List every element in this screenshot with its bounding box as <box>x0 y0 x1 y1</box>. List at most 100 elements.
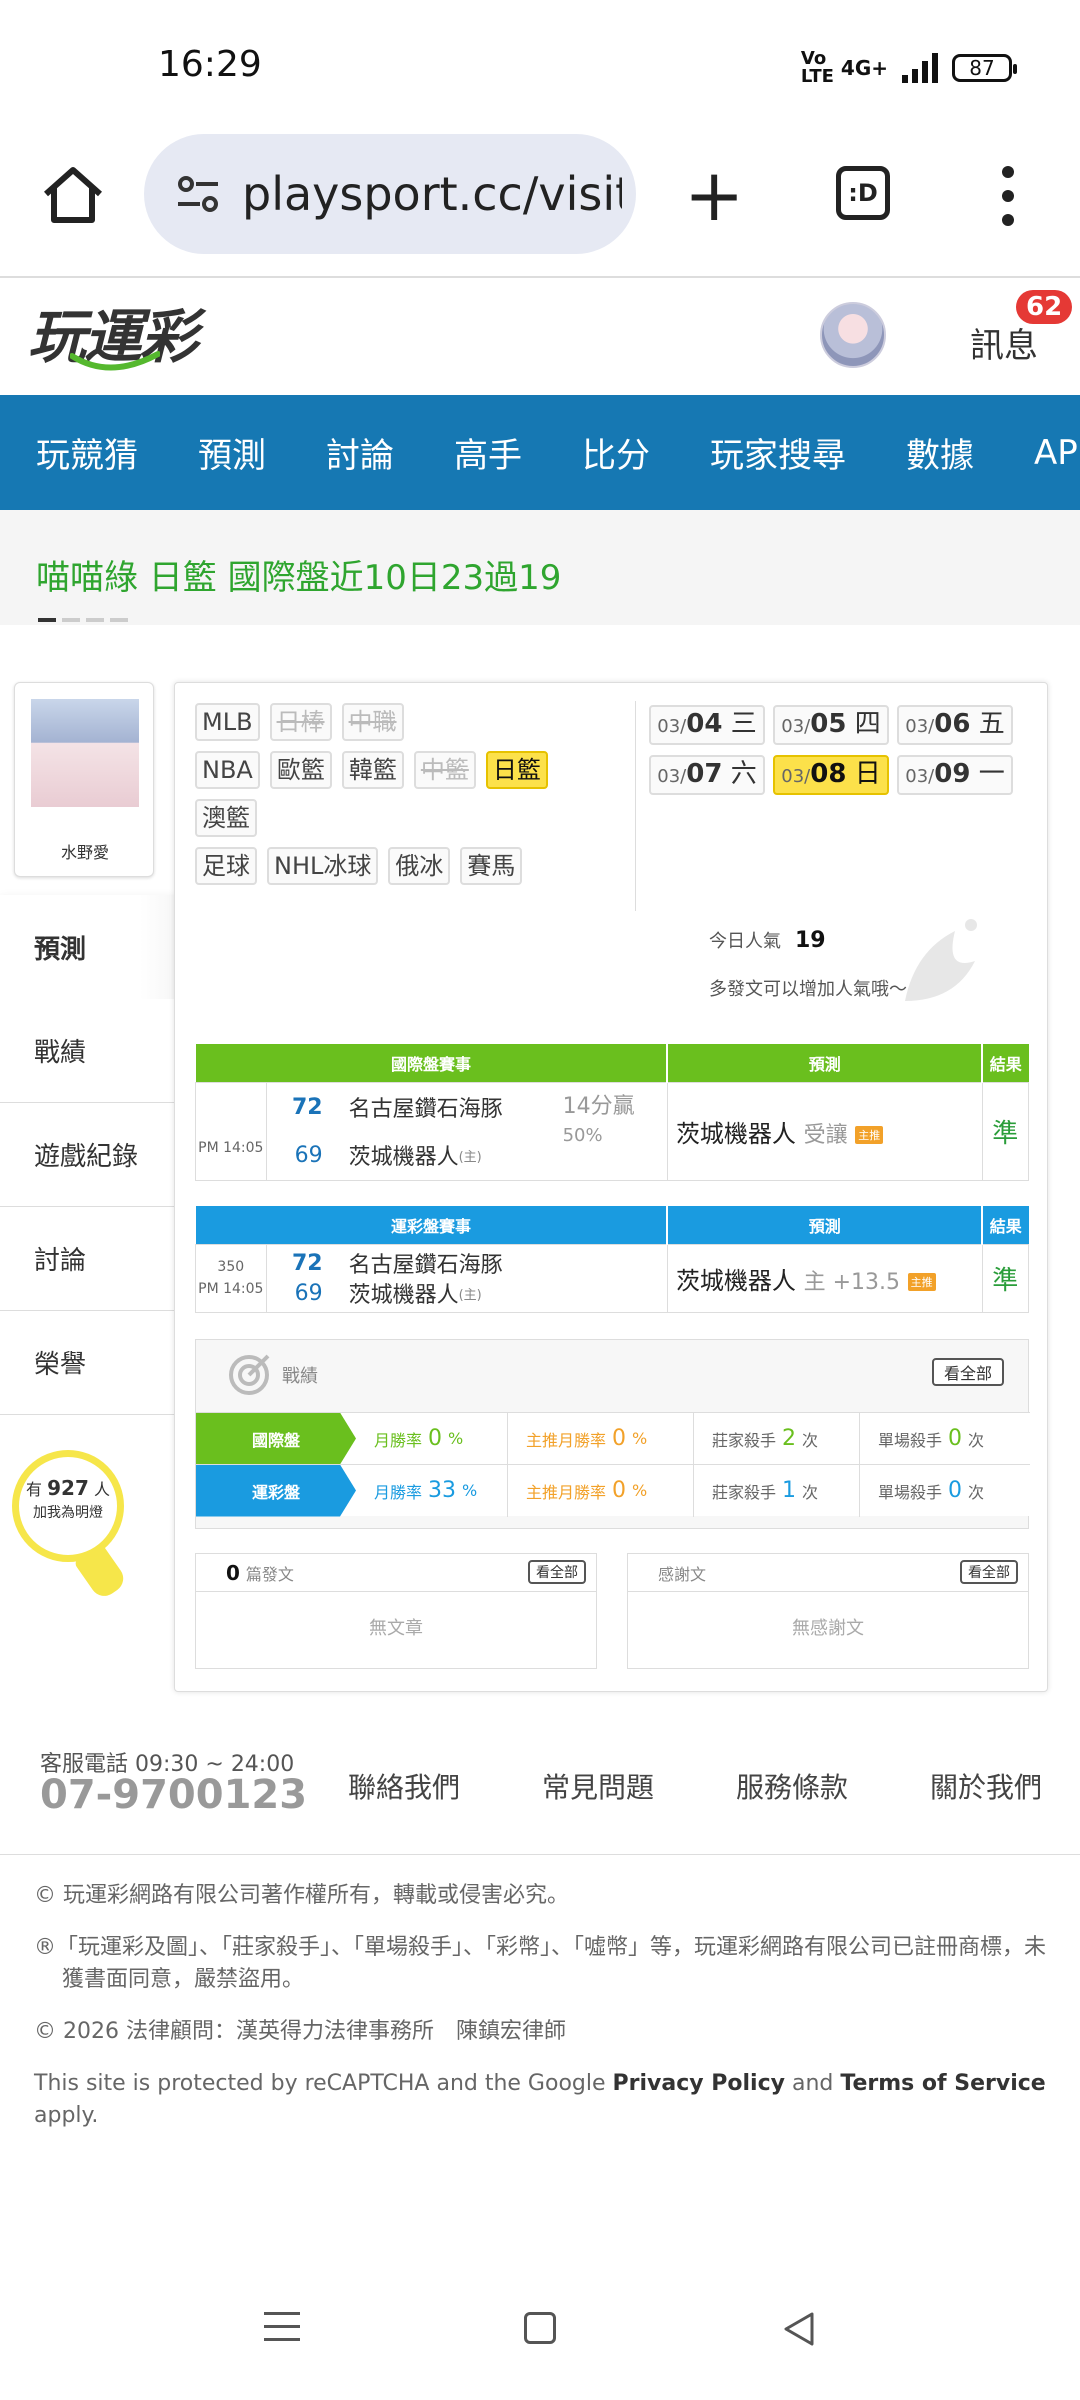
table-header: 運彩盤賽事 <box>195 1206 669 1244</box>
marquee-text[interactable]: 喵喵綠 日籃 國際盤近10日23過19 <box>36 550 561 599</box>
prediction-cell: 茨城機器人 主 +13.5 主推 <box>666 1243 983 1313</box>
popularity: 今日人氣 19 <box>709 928 826 953</box>
side-item-record[interactable]: 戰績 <box>0 999 174 1103</box>
nav-item-data[interactable]: 數據 <box>906 428 974 477</box>
matchup[interactable]: 72 名古屋鑽石海豚 69 茨城機器人 (主) 14分贏 50% <box>265 1081 668 1181</box>
nav-item-forum[interactable]: 討論 <box>326 428 394 477</box>
date-button[interactable]: 03/06 五 <box>897 705 1013 745</box>
fan-subtitle: 加我為明燈 <box>33 1505 103 1521</box>
nav-item-app[interactable]: APP <box>1034 433 1080 473</box>
league-tag: 中籃 <box>413 751 476 789</box>
table-header: 國際盤賽事 <box>195 1044 669 1082</box>
nav-item-experts[interactable]: 高手 <box>454 428 522 477</box>
footer-link-contact[interactable]: 聯絡我們 <box>348 1766 460 1806</box>
messages-link[interactable]: 訊息 <box>970 318 1038 367</box>
date-button[interactable]: 03/07 六 <box>649 755 765 795</box>
nav-item-guess[interactable]: 玩競猜 <box>36 428 138 477</box>
date-button[interactable]: 03/09 一 <box>897 755 1013 795</box>
table-header: 結果 <box>982 1044 1029 1082</box>
nav-item-player-search[interactable]: 玩家搜尋 <box>710 428 846 477</box>
carousel-dot[interactable] <box>38 618 56 622</box>
main-pick-win-rate: 主推月勝率 0% <box>508 1464 694 1517</box>
record-type-label: 運彩盤 <box>196 1464 356 1517</box>
post-count: 0 <box>226 1560 240 1585</box>
thanks-label: 感謝文 <box>658 1564 707 1584</box>
pick-team: 茨城機器人 <box>675 1119 796 1148</box>
profile-card[interactable]: 水野愛 <box>14 682 154 877</box>
home-score: 69 <box>294 1142 323 1168</box>
new-tab-icon[interactable]: + <box>684 159 744 231</box>
footer-link-about[interactable]: 關於我們 <box>930 1766 1042 1806</box>
side-item-game-log[interactable]: 遊戲紀錄 <box>0 1103 174 1207</box>
privacy-policy-link[interactable]: Privacy Policy <box>613 2071 785 2096</box>
carousel-dot[interactable] <box>110 618 128 622</box>
address-bar[interactable]: playsport.cc/visit <box>144 134 636 254</box>
site-settings-icon[interactable] <box>174 170 222 218</box>
url-text[interactable]: playsport.cc/visit <box>242 167 622 221</box>
month-win-rate: 月勝率 0% <box>356 1412 508 1465</box>
footer-link-terms[interactable]: 服務條款 <box>736 1766 848 1806</box>
prediction-panel: MLB 日棒 中職 NBA 歐籃 韓籃 中籃 日籃 澳籃 足球 NHL冰球 俄冰 賽馬 03/04… <box>174 682 1048 1692</box>
bank-killer: 莊家殺手 1 次 <box>694 1464 860 1517</box>
date-button[interactable]: 03/08 日 <box>773 755 889 795</box>
date-button[interactable]: 03/04 三 <box>649 705 765 745</box>
system-home-icon[interactable] <box>524 2312 556 2344</box>
carousel-dot[interactable] <box>86 618 104 622</box>
support-phone[interactable]: 07-9700123 <box>40 1772 307 1818</box>
terms-link[interactable]: Terms of Service <box>840 2071 1045 2096</box>
trademark: ®「玩運彩及圖」、「莊家殺手」、「單場殺手」、「彩幣」、「噓幣」等，玩運彩網路有… <box>34 1935 1047 1992</box>
league-tag[interactable]: 日籃 <box>485 751 548 789</box>
away-team: 名古屋鑽石海豚 <box>348 1097 503 1122</box>
matchup[interactable]: 72 名古屋鑽石海豚 69 茨城機器人 (主) <box>265 1243 668 1313</box>
league-tag[interactable]: 俄冰 <box>388 847 451 885</box>
home-score: 69 <box>294 1280 323 1306</box>
avatar[interactable] <box>820 302 886 368</box>
recents-icon[interactable] <box>264 2312 300 2344</box>
side-item-honor[interactable]: 榮譽 <box>0 1311 174 1415</box>
league-tag[interactable]: 賽馬 <box>460 847 523 885</box>
league-filter: MLB 日棒 中職 NBA 歐籃 韓籃 中籃 日籃 澳籃 足球 NHL冰球 俄冰 賽馬 <box>195 703 625 895</box>
posts-view-all-button[interactable]: 看全部 <box>528 1560 586 1584</box>
back-icon[interactable] <box>780 2310 816 2348</box>
nav-item-scores[interactable]: 比分 <box>582 428 650 477</box>
profile-avatar <box>31 699 139 807</box>
league-tag[interactable]: 澳籃 <box>195 799 257 837</box>
league-row: NBA 歐籃 韓籃 中籃 日籃 <box>195 751 625 789</box>
league-row: 足球 NHL冰球 俄冰 賽馬 <box>195 847 625 885</box>
main-pick-badge: 主推 <box>855 1125 884 1144</box>
site-header: 玩運彩 訊息 62 <box>0 280 1080 395</box>
league-tag: 中職 <box>341 703 404 741</box>
home-mark: (主) <box>458 1149 482 1165</box>
league-tag[interactable]: NBA <box>195 751 260 789</box>
date-button[interactable]: 03/05 四 <box>773 705 889 745</box>
league-tag[interactable]: 歐籃 <box>269 751 332 789</box>
pick-team: 茨城機器人 <box>675 1266 796 1295</box>
league-tag[interactable]: MLB <box>195 703 260 741</box>
thanks-empty: 無感謝文 <box>792 1618 864 1639</box>
pick-detail: 受讓 <box>803 1122 848 1148</box>
league-tag[interactable]: NHL冰球 <box>267 847 379 885</box>
status-bar: 16:29 Vo LTE 4G+ 87 <box>0 0 1080 130</box>
league-tag: 日棒 <box>269 703 332 741</box>
more-menu-icon[interactable] <box>998 166 1018 226</box>
side-item-predict[interactable]: 預測 <box>0 895 200 999</box>
lightbulb-icon[interactable]: 有 927 人 加我為明燈 <box>12 1450 129 1602</box>
browser-toolbar: playsport.cc/visit + :D <box>0 130 1080 278</box>
date-picker: 03/04 三 03/05 四 03/06 五 03/07 六 03/08 日 03/09… <box>649 705 1029 795</box>
thanks-view-all-button[interactable]: 看全部 <box>960 1560 1018 1584</box>
footer-link-faq[interactable]: 常見問題 <box>542 1766 654 1806</box>
table-header: 結果 <box>982 1206 1029 1244</box>
nav-item-predict[interactable]: 預測 <box>198 428 266 477</box>
main-pick-badge: 主推 <box>907 1272 936 1291</box>
carousel-dot[interactable] <box>62 618 80 622</box>
divider <box>0 1854 1080 1855</box>
home-mark: (主) <box>458 1287 482 1303</box>
side-item-forum[interactable]: 討論 <box>0 1207 174 1311</box>
intl-prediction-table: 國際盤賽事 預測 結果 PM 14:05 72 名古屋鑽石海豚 69 茨城機器人 (主… <box>195 1044 1030 1181</box>
league-tag[interactable]: 韓籃 <box>341 751 404 789</box>
record-view-all-button[interactable]: 看全部 <box>931 1358 1004 1386</box>
tab-switcher-icon[interactable]: :D <box>836 166 890 220</box>
home-icon[interactable] <box>38 160 108 230</box>
system-nav-bar <box>0 2290 1080 2380</box>
league-tag[interactable]: 足球 <box>195 847 257 885</box>
